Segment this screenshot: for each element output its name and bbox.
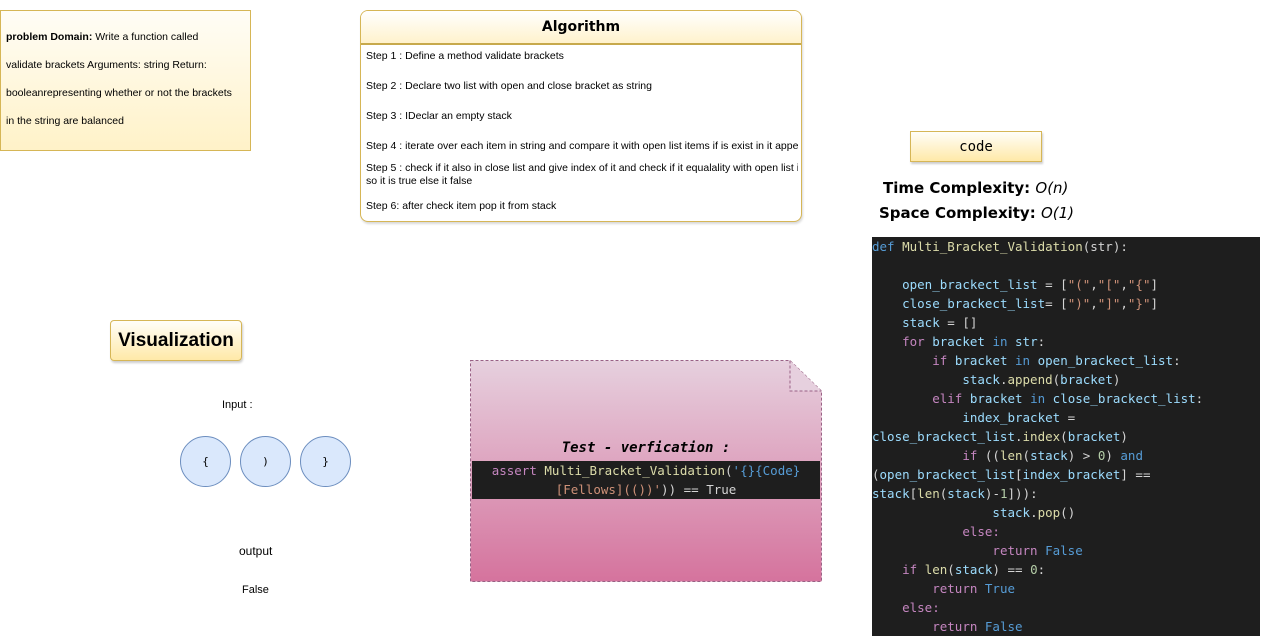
problem-domain-note: problem Domain: Write a function called … [0,10,251,151]
test-assert-code: assert Multi_Bracket_Validation('{}{Code… [472,461,820,499]
visualization-title: Visualization [110,320,242,361]
time-complexity: Time Complexity: O(n) [883,179,1068,197]
code-line: return False [992,543,1083,558]
problem-domain-label: problem Domain: [6,31,93,43]
test-verification-note: Test - verfication : assert Multi_Bracke… [470,360,822,582]
space-complexity: Space Complexity: O(1) [879,204,1074,222]
problem-line: booleanrepresenting whether or not the b… [6,87,232,99]
code-line: open_brackect_list = ["(","[","{"] [902,277,1159,292]
code-line: close_brackect_list= [")","]","}"] [902,296,1159,311]
input-label: Input : [222,399,253,411]
code-line: else: [902,600,940,615]
algorithm-step: Step 3 : IDeclar an empty stack [366,110,512,122]
code-line: return False [932,619,1023,634]
code-line: [Fellows](())')) == True [555,482,737,497]
code-label: code [910,131,1042,162]
algorithm-step: so it is true else it false [366,175,473,187]
bracket-circle: } [300,436,351,487]
output-label: output [239,544,273,558]
space-complexity-label: Space Complexity: [879,204,1041,222]
code-line: (open_brackect_list[index_bracket] == [872,467,1151,482]
code-line: stack = [] [902,315,978,330]
bracket-circle: { [180,436,231,487]
code-line: assert Multi_Bracket_Validation('{}{Code… [491,463,801,478]
algorithm-step: Step 5 : check if it also in close list … [366,162,798,174]
algorithm-step: Step 2 : Declare two list with open and … [366,80,652,92]
problem-line: Write a function called [92,31,199,43]
bracket-circle: ) [240,436,291,487]
algorithm-step: Step 4 : iterate over each item in strin… [366,140,798,152]
output-value: False [242,584,269,596]
code-line: if len(stack) == 0: [902,562,1046,577]
code-line: elif bracket in close_brackect_list: [932,391,1204,406]
time-complexity-value: O(n) [1035,179,1069,197]
code-line: for bracket in str: [902,334,1046,349]
code-line: stack.pop() [992,505,1076,520]
algorithm-step: Step 6: after check item pop it from sta… [366,200,557,212]
code-block: def Multi_Bracket_Validation(str): open_… [872,237,1260,636]
code-line: close_brackect_list.index(bracket) [872,429,1128,444]
code-line: else: [962,524,1000,539]
code-line: index_bracket = [962,410,1076,425]
algorithm-title: Algorithm [361,11,801,45]
algorithm-box: Algorithm Step 1 : Define a method valid… [360,10,802,222]
space-complexity-value: O(1) [1040,204,1074,222]
code-line: if ((len(stack) > 0) and [962,448,1143,463]
algorithm-step: Step 1 : Define a method validate bracke… [366,50,564,62]
test-title: Test - verfication : [561,440,731,456]
code-line: stack[len(stack)-1])): [872,486,1038,501]
code-line: return True [932,581,1016,596]
time-complexity-label: Time Complexity: [883,179,1036,197]
problem-line: in the string are balanced [6,115,124,127]
code-line: if bracket in open_brackect_list: [932,353,1181,368]
code-line: stack.append(bracket) [962,372,1121,387]
problem-line: validate brackets Arguments: string Retu… [6,59,207,71]
code-line: def Multi_Bracket_Validation(str): [872,239,1128,254]
